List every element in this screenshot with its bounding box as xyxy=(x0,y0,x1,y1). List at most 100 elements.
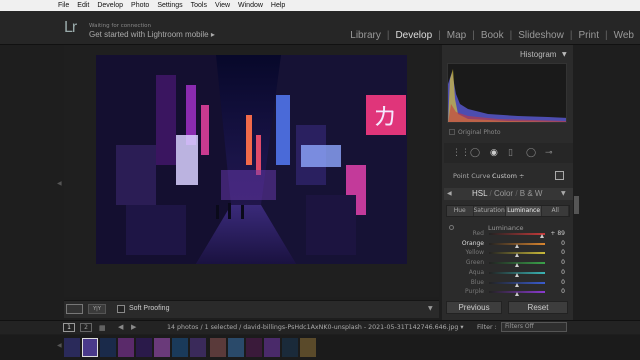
right-panel-scrollbar[interactable] xyxy=(573,45,586,320)
edit-point-curve-icon[interactable] xyxy=(555,171,564,180)
slider-value-orange[interactable]: 0 xyxy=(549,240,565,247)
module-map[interactable]: Map xyxy=(441,30,472,41)
window-1-button[interactable]: 1 xyxy=(63,323,75,332)
window-2-button[interactable]: 2 xyxy=(80,323,92,332)
menu-bar: File Edit Develop Photo Settings Tools V… xyxy=(0,0,640,11)
lightroom-logo: Lr xyxy=(64,19,77,36)
spot-removal-icon[interactable]: ◉ xyxy=(490,148,498,158)
slider-handle-yellow[interactable] xyxy=(514,253,519,258)
tab-all[interactable]: All xyxy=(542,206,569,216)
filmstrip-thumbnail[interactable] xyxy=(210,338,226,357)
slider-track-red[interactable] xyxy=(489,233,545,235)
module-book[interactable]: Book xyxy=(475,30,510,41)
filmstrip-thumbnail[interactable] xyxy=(246,338,262,357)
filmstrip-thumbnail[interactable] xyxy=(100,338,116,357)
filmstrip-thumbnail[interactable] xyxy=(64,338,80,357)
filmstrip-thumbnail[interactable] xyxy=(154,338,170,357)
reset-button[interactable]: Reset xyxy=(508,301,568,314)
forward-arrow-icon[interactable]: ▶ xyxy=(131,323,136,331)
soft-proofing-checkbox[interactable] xyxy=(117,305,125,313)
loupe-view-button[interactable] xyxy=(66,304,83,314)
collapse-triangle-icon[interactable]: ▼ xyxy=(562,51,567,58)
filmstrip-thumbnail[interactable] xyxy=(282,338,298,357)
hsl-mode-hsl[interactable]: HSL xyxy=(472,189,487,198)
slider-handle-orange[interactable] xyxy=(514,243,519,248)
adjustment-brush-icon[interactable]: ⊸ xyxy=(545,148,553,158)
crop-overlay-icon[interactable]: ◯ xyxy=(470,148,480,158)
left-panel-toggle-icon[interactable]: ◀ xyxy=(57,180,62,187)
point-curve-label: Point Curve : xyxy=(453,172,495,180)
slider-label-purple: Purple xyxy=(465,288,484,296)
original-photo-checkbox[interactable] xyxy=(449,129,455,135)
slider-handle-green[interactable] xyxy=(514,263,519,268)
svg-text:カ: カ xyxy=(373,103,397,131)
slider-label-orange: Orange xyxy=(461,239,484,247)
tab-luminance[interactable]: Luminance xyxy=(505,206,543,216)
slider-value-purple[interactable]: 0 xyxy=(549,288,565,295)
filmstrip-left-icon[interactable]: ◀ xyxy=(57,342,62,349)
scrollbar-thumb[interactable] xyxy=(574,196,579,214)
histogram xyxy=(447,63,567,123)
slider-label-blue: Blue xyxy=(470,278,484,286)
filmstrip-thumbnail[interactable] xyxy=(190,338,206,357)
graduated-filter-icon[interactable]: ◯ xyxy=(526,148,536,158)
back-arrow-icon[interactable]: ◀ xyxy=(118,323,123,331)
module-library[interactable]: Library xyxy=(344,30,387,41)
point-curve-select[interactable]: Custom ÷ xyxy=(492,172,524,180)
filter-label: Filter : xyxy=(477,324,497,331)
filmstrip-thumbnail[interactable] xyxy=(228,338,244,357)
module-slideshow[interactable]: Slideshow xyxy=(512,30,570,41)
photo-source-info[interactable]: 14 photos / 1 selected / david-billings-… xyxy=(167,324,464,331)
module-develop[interactable]: Develop xyxy=(389,30,438,41)
slider-handle-purple[interactable] xyxy=(514,292,519,297)
menu-edit[interactable]: Edit xyxy=(73,2,93,9)
module-web[interactable]: Web xyxy=(608,30,640,41)
slider-handle-blue[interactable] xyxy=(514,282,519,287)
tab-hue[interactable]: Hue xyxy=(447,206,474,216)
filmstrip-thumbnail[interactable] xyxy=(264,338,280,357)
slider-label-red: Red xyxy=(472,230,484,237)
filmstrip-thumbnail[interactable] xyxy=(82,338,98,357)
left-panel-collapsed xyxy=(0,45,64,320)
slider-handle-red[interactable] xyxy=(539,234,544,238)
red-eye-icon[interactable]: ▯ xyxy=(508,148,513,158)
menu-photo[interactable]: Photo xyxy=(127,2,153,9)
luminance-title: Luminance xyxy=(488,224,524,232)
filmstrip-thumbnail[interactable] xyxy=(118,338,134,357)
slider-value-yellow[interactable]: 0 xyxy=(549,249,565,256)
hsl-collapse-icon[interactable]: ◀ xyxy=(447,190,452,197)
before-after-button[interactable]: Y|Y xyxy=(88,304,106,314)
menu-tools[interactable]: Tools xyxy=(187,2,211,9)
hsl-expand-icon[interactable]: ▼ xyxy=(561,190,566,197)
toolbar-menu-icon[interactable]: ▼ xyxy=(428,305,433,312)
grid-view-icon[interactable]: ▦ xyxy=(99,324,106,332)
original-photo-label: Original Photo xyxy=(458,129,501,136)
filmstrip-thumbnail[interactable] xyxy=(136,338,152,357)
menu-window[interactable]: Window xyxy=(234,2,267,9)
filmstrip-thumbnail[interactable] xyxy=(300,338,316,357)
hsl-tabs: Hue Saturation Luminance All xyxy=(446,205,570,217)
slider-label-yellow: Yellow xyxy=(465,249,484,257)
menu-help[interactable]: Help xyxy=(267,2,289,9)
slider-value-green[interactable]: 0 xyxy=(549,259,565,266)
slider-handle-aqua[interactable] xyxy=(514,272,519,277)
slider-value-red[interactable]: + 89 xyxy=(549,230,565,237)
hsl-mode-color[interactable]: Color xyxy=(494,189,513,198)
menu-develop[interactable]: Develop xyxy=(93,2,127,9)
photo-preview[interactable]: カ xyxy=(96,55,407,264)
module-print[interactable]: Print xyxy=(572,30,605,41)
menu-file[interactable]: File xyxy=(0,2,73,9)
soft-proofing-label: Soft Proofing xyxy=(129,305,170,312)
histogram-title[interactable]: Histogram xyxy=(520,50,556,59)
mobile-prompt-link[interactable]: Get started with Lightroom mobile ▸ xyxy=(89,30,215,39)
menu-view[interactable]: View xyxy=(211,2,234,9)
menu-settings[interactable]: Settings xyxy=(153,2,186,9)
slider-value-aqua[interactable]: 0 xyxy=(549,269,565,276)
previous-button[interactable]: Previous xyxy=(446,301,502,314)
filmstrip-thumbnail[interactable] xyxy=(172,338,188,357)
slider-value-blue[interactable]: 0 xyxy=(549,279,565,286)
hsl-mode-bw[interactable]: B & W xyxy=(520,189,543,198)
grid-overlay-icon[interactable]: ⋮⋮ xyxy=(452,148,470,158)
tab-saturation[interactable]: Saturation xyxy=(474,206,506,216)
filter-select[interactable]: Filters Off xyxy=(501,322,567,332)
